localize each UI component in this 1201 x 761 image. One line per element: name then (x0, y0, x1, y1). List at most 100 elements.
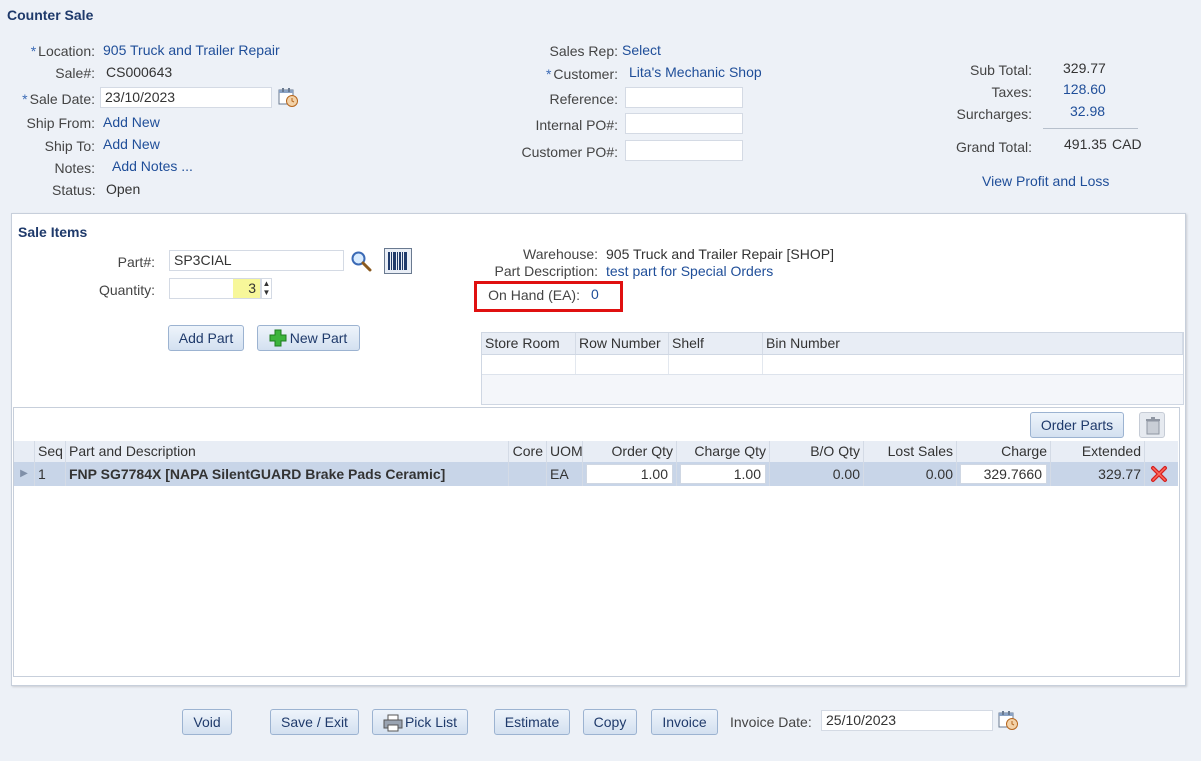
add-notes-link[interactable]: Add Notes ... (112, 158, 193, 174)
ship-to-add-link[interactable]: Add New (103, 136, 160, 152)
trash-icon (1146, 417, 1160, 435)
invoice-date-label: Invoice Date: (730, 714, 812, 730)
bin-grid-empty-row (482, 355, 1183, 375)
pick-list-label: Pick List (404, 714, 458, 730)
part-number-input[interactable]: SP3CIAL (169, 250, 344, 271)
status-value: Open (106, 181, 141, 197)
new-part-label: New Part (289, 330, 348, 346)
save-exit-button[interactable]: Save / Exit (270, 709, 359, 735)
delete-selected-button[interactable] (1139, 412, 1165, 438)
col-bo-qty[interactable]: B/O Qty (770, 441, 864, 462)
col-shelf[interactable]: Shelf (669, 333, 763, 354)
col-store-room[interactable]: Store Room (482, 333, 576, 354)
col-extended[interactable]: Extended (1051, 441, 1145, 462)
ship-from-label: Ship From: (26, 115, 95, 131)
sale-number-label: Sale#: (55, 65, 95, 81)
row-bo-qty: 0.00 (770, 462, 864, 486)
order-parts-button[interactable]: Order Parts (1030, 412, 1124, 438)
sale-date-label: * Sale Date: (22, 91, 95, 107)
surcharges-link[interactable]: 32.98 (1070, 103, 1105, 119)
delete-icon (1151, 466, 1167, 482)
col-row-number[interactable]: Row Number (576, 333, 669, 354)
internal-po-input[interactable] (625, 113, 743, 134)
location-link[interactable]: 905 Truck and Trailer Repair (103, 42, 280, 58)
sale-items-title: Sale Items (18, 224, 88, 240)
ship-from-add-link[interactable]: Add New (103, 114, 160, 130)
add-part-button[interactable]: Add Part (168, 325, 244, 351)
col-core[interactable]: Core (509, 441, 547, 462)
taxes-link[interactable]: 128.60 (1063, 81, 1106, 97)
printer-icon (383, 714, 403, 732)
internal-po-label: Internal PO#: (535, 117, 619, 133)
bin-location-grid: Store Room Row Number Shelf Bin Number (481, 332, 1184, 405)
row-extended: 329.77 (1051, 462, 1145, 486)
pick-list-button[interactable]: Pick List (372, 709, 468, 735)
grand-total-value: 491.35 (1064, 136, 1107, 152)
reference-label: Reference: (549, 91, 618, 107)
new-part-button[interactable]: New Part (257, 325, 360, 351)
part-description-label: Part Description: (494, 263, 598, 279)
reference-input[interactable] (625, 87, 743, 108)
copy-button[interactable]: Copy (583, 709, 637, 735)
charge-qty-input[interactable]: 1.00 (680, 464, 766, 484)
notes-label: Notes: (54, 160, 95, 176)
on-hand-value[interactable]: 0 (591, 286, 599, 302)
quantity-input[interactable]: 3 (169, 278, 261, 299)
invoice-calendar-icon[interactable] (997, 709, 1019, 731)
delete-row-button[interactable] (1145, 462, 1178, 486)
col-part-description[interactable]: Part and Description (66, 441, 509, 462)
row-expand-icon[interactable]: ▶ (14, 462, 35, 486)
charge-input[interactable]: 329.7660 (960, 464, 1047, 484)
order-qty-input[interactable]: 1.00 (586, 464, 673, 484)
ship-to-label: Ship To: (44, 138, 95, 154)
invoice-button[interactable]: Invoice (651, 709, 718, 735)
calendar-icon[interactable] (277, 86, 299, 108)
quantity-label: Quantity: (98, 282, 155, 298)
row-uom: EA (547, 462, 583, 486)
estimate-button[interactable]: Estimate (494, 709, 570, 735)
page-title: Counter Sale (7, 7, 94, 23)
col-order-qty[interactable]: Order Qty (583, 441, 677, 462)
customer-po-label: Customer PO#: (521, 144, 618, 160)
sale-date-input[interactable]: 23/10/2023 (100, 87, 272, 108)
col-charge[interactable]: Charge (957, 441, 1051, 462)
customer-label: * Customer: (545, 66, 618, 82)
col-bin-number[interactable]: Bin Number (763, 333, 1183, 354)
sales-rep-select-link[interactable]: Select (622, 42, 661, 58)
required-mark: * (30, 43, 37, 59)
sub-total-label: Sub Total: (969, 62, 1032, 78)
bin-grid-header: Store Room Row Number Shelf Bin Number (482, 333, 1183, 355)
quantity-stepper[interactable]: ▲ ▼ (261, 278, 272, 299)
line-items-header: Seq Part and Description Core UOM Order … (14, 441, 1178, 463)
view-profit-loss-link[interactable]: View Profit and Loss (982, 173, 1109, 189)
warehouse-value: 905 Truck and Trailer Repair [SHOP] (606, 246, 834, 262)
currency-label: CAD (1112, 136, 1142, 152)
sale-number-value: CS000643 (106, 64, 173, 80)
sub-total-value: 329.77 (1063, 60, 1106, 76)
row-core (509, 462, 547, 486)
col-lost-sales[interactable]: Lost Sales (864, 441, 957, 462)
void-button[interactable]: Void (182, 709, 232, 735)
col-seq[interactable]: Seq (35, 441, 66, 462)
col-uom[interactable]: UOM (547, 441, 583, 462)
totals-divider (1043, 128, 1138, 129)
sales-rep-label: Sales Rep: (549, 43, 618, 59)
col-charge-qty[interactable]: Charge Qty (677, 441, 770, 462)
warehouse-label: Warehouse: (523, 246, 598, 262)
taxes-label: Taxes: (991, 84, 1032, 100)
part-description-link[interactable]: test part for Special Orders (606, 263, 773, 279)
barcode-icon[interactable] (384, 248, 412, 274)
customer-po-input[interactable] (625, 140, 743, 161)
location-label: * Location: (30, 43, 95, 59)
row-lost-sales: 0.00 (864, 462, 957, 486)
invoice-date-input[interactable]: 25/10/2023 (821, 710, 993, 731)
plus-icon (269, 329, 287, 347)
on-hand-label: On Hand (EA): (488, 287, 580, 303)
part-number-label: Part#: (117, 254, 155, 270)
customer-link[interactable]: Lita's Mechanic Shop (629, 64, 762, 80)
row-part-description: FNP SG7784X [NAPA SilentGUARD Brake Pads… (66, 462, 509, 486)
table-row[interactable]: ▶ 1 FNP SG7784X [NAPA SilentGUARD Brake … (14, 462, 1178, 486)
grand-total-label: Grand Total: (955, 139, 1032, 155)
search-icon[interactable] (350, 250, 372, 272)
surcharges-label: Surcharges: (956, 106, 1032, 122)
